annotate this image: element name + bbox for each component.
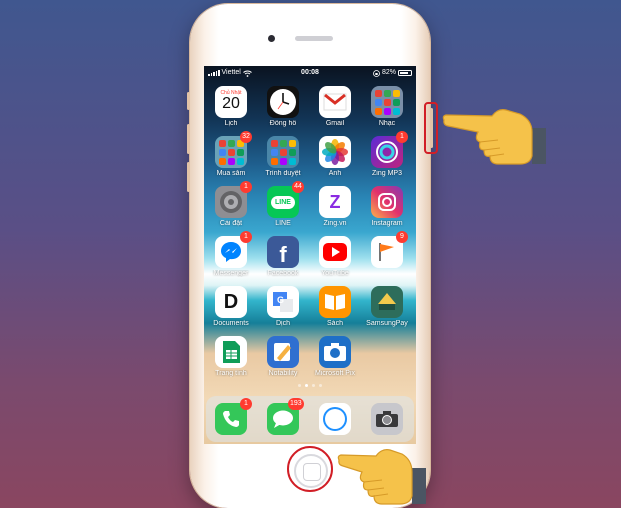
app-sheets[interactable]: Trang tính — [206, 336, 256, 386]
app-zing-vn[interactable]: Z Zing.vn — [310, 186, 360, 236]
notification-badge: 1 — [240, 398, 252, 410]
app-line[interactable]: LINE 44 LINE — [258, 181, 308, 236]
app-label: Microsoft Pix — [314, 370, 356, 377]
translate-icon: G — [267, 286, 299, 318]
app-instagram[interactable]: Instagram — [362, 186, 412, 236]
books-icon — [319, 286, 351, 318]
clock-icon — [267, 86, 299, 118]
app-music-folder[interactable]: Nhạc — [362, 86, 412, 136]
gmail-icon — [319, 86, 351, 118]
front-camera — [268, 35, 275, 42]
app-gmail[interactable]: Gmail — [310, 86, 360, 136]
photos-icon — [319, 136, 351, 168]
samsung-pay-icon — [371, 286, 403, 318]
app-label: Zing MP3 — [372, 170, 402, 177]
page-dot[interactable] — [319, 384, 322, 387]
notification-badge: 32 — [240, 131, 252, 143]
app-youtube[interactable]: YouTube — [310, 236, 360, 286]
facebook-icon: f — [267, 236, 299, 268]
page-dot[interactable] — [312, 384, 315, 387]
calendar-date-label: 20 — [222, 95, 240, 112]
home-screen: Viettel 00:08 82% Chủ Nhật 20 Lịch Đồng hồ G… — [204, 66, 416, 444]
home-button-highlight — [287, 446, 333, 492]
documents-icon: D — [215, 286, 247, 318]
camera-icon — [371, 403, 403, 435]
app-browser-folder[interactable]: Trình duyệt — [258, 136, 308, 186]
notification-badge: 1 — [396, 131, 408, 143]
app-facebook[interactable]: f Facebook — [258, 236, 308, 286]
app-label: Nhạc — [378, 120, 396, 127]
app-translate[interactable]: G Dịch — [258, 286, 308, 336]
app-zing-mp3[interactable]: 1 Zing MP3 — [362, 131, 412, 186]
earpiece-speaker — [295, 36, 333, 41]
notification-badge: 44 — [292, 181, 304, 193]
app-label: SamsungPay — [366, 320, 408, 327]
app-shopping-folder[interactable]: 32 Mua sắm — [206, 131, 256, 186]
power-button-highlight — [424, 102, 438, 154]
page-dot[interactable] — [298, 384, 301, 387]
dock-safari[interactable] — [310, 403, 360, 444]
status-bar: Viettel 00:08 82% — [204, 66, 416, 80]
notification-badge: 1 — [240, 231, 252, 243]
browser-folder-icon — [267, 136, 299, 168]
notification-badge: 9 — [396, 231, 408, 243]
notification-badge: 193 — [288, 398, 304, 410]
page-indicator[interactable] — [204, 384, 416, 387]
app-label: YouTube — [321, 270, 349, 277]
app-messenger[interactable]: 1 Messenger — [206, 231, 256, 286]
svg-text:G: G — [277, 295, 284, 305]
app-samsung-pay[interactable]: SamsungPay — [362, 286, 412, 336]
music-folder-icon — [371, 86, 403, 118]
pointing-hand-icon — [442, 109, 546, 165]
zing-vn-icon: Z — [319, 186, 351, 218]
notification-badge: 1 — [240, 181, 252, 193]
battery-icon — [398, 70, 412, 76]
app-books[interactable]: Sách — [310, 286, 360, 336]
app-photos[interactable]: Ảnh — [310, 136, 360, 186]
app-documents[interactable]: D Documents — [206, 286, 256, 336]
dock-phone[interactable]: 1 — [206, 398, 256, 444]
iphone-device: Viettel 00:08 82% Chủ Nhật 20 Lịch Đồng hồ G… — [187, 4, 433, 508]
pointing-hand-icon — [337, 449, 426, 505]
notability-icon — [267, 336, 299, 368]
microsoft-pix-icon — [319, 336, 351, 368]
lock-rotation-icon — [373, 69, 380, 77]
calendar-icon: Chủ Nhật 20 — [215, 86, 247, 118]
instagram-icon — [371, 186, 403, 218]
dock: 1 193 — [206, 396, 414, 442]
battery-percent: 82% — [381, 69, 396, 76]
app-clock[interactable]: Đồng hồ — [258, 86, 308, 136]
sheets-icon — [215, 336, 247, 368]
volume-up-button[interactable] — [187, 124, 190, 154]
youtube-icon — [319, 236, 351, 268]
dock-camera[interactable] — [362, 403, 412, 444]
app-settings[interactable]: 1 Cài đặt — [206, 181, 256, 236]
app-notability[interactable]: Notability — [258, 336, 308, 386]
volume-down-button[interactable] — [187, 162, 190, 192]
app-label: Instagram — [371, 220, 403, 227]
app-microsoft-pix[interactable]: Microsoft Pix — [310, 336, 360, 386]
mute-switch — [187, 92, 190, 110]
app-calendar[interactable]: Chủ Nhật 20 Lịch — [206, 86, 256, 136]
page-dot[interactable] — [305, 384, 308, 387]
safari-icon — [319, 403, 351, 435]
dock-messages[interactable]: 193 — [258, 398, 308, 444]
app-flag[interactable]: 9 — [362, 231, 412, 286]
